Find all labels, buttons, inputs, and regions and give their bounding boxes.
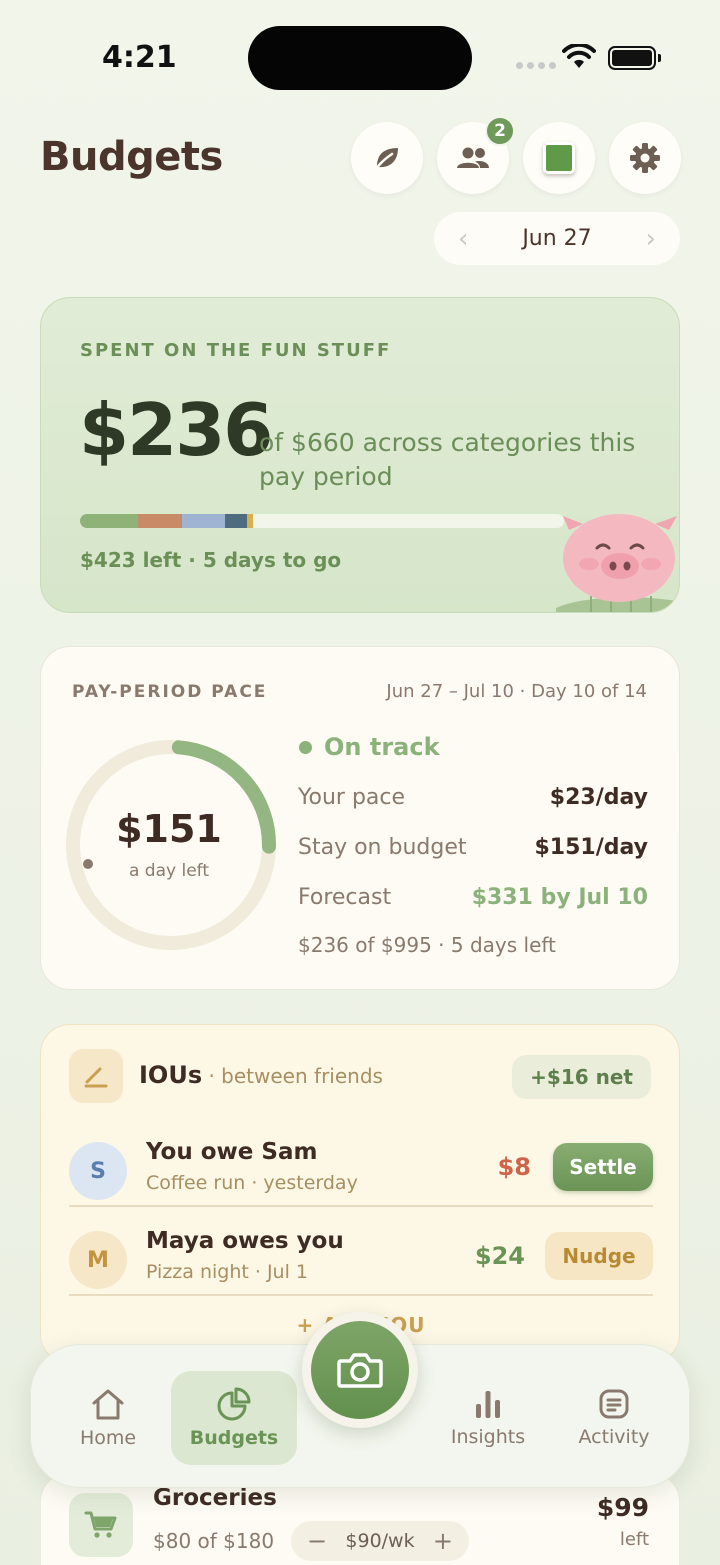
- settle-button[interactable]: Settle: [553, 1143, 653, 1191]
- people-icon: [457, 147, 489, 168]
- spent-segment: [138, 514, 182, 528]
- iou-row[interactable]: S You owe Sam Coffee run · yesterday $8 …: [69, 1129, 653, 1217]
- tab-insights[interactable]: Insights: [425, 1371, 551, 1465]
- leaf-button[interactable]: [351, 122, 423, 194]
- iou-amount: $8: [497, 1153, 531, 1181]
- tab-activity[interactable]: Activity: [551, 1371, 677, 1465]
- pace-row-value: $331 by Jul 10: [471, 885, 648, 910]
- leaf-icon: [374, 148, 398, 171]
- spent-segment: [246, 514, 254, 528]
- avatar: M: [69, 1231, 127, 1289]
- spent-segment: [181, 514, 226, 528]
- iou-name: You owe Sam: [146, 1139, 318, 1165]
- wifi-icon: [562, 44, 596, 68]
- gear-icon: [630, 143, 660, 173]
- weekly-budget-stepper: − $90/wk +: [291, 1521, 469, 1561]
- settings-button[interactable]: [609, 122, 681, 194]
- pace-row-label: Stay on budget: [298, 835, 467, 860]
- pie-chart-icon: [217, 1387, 251, 1421]
- spent-remaining: $423 left · 5 days to go: [80, 548, 342, 572]
- bar-chart-icon: [476, 1391, 500, 1418]
- category-spent: $80 of $180: [153, 1529, 275, 1553]
- pace-card[interactable]: PAY-PERIOD PACE Jun 27 – Jul 10 · Day 10…: [40, 646, 680, 990]
- spent-summary-card[interactable]: SPENT ON THE FUN STUFF $236 of $660 acro…: [40, 297, 680, 613]
- iou-meta: Pizza night · Jul 1: [146, 1261, 308, 1283]
- piggy-mascot-icon: [556, 514, 679, 612]
- battery-icon: [608, 46, 661, 70]
- divider: [69, 1205, 653, 1207]
- pace-status-label: On track: [324, 733, 440, 761]
- iou-meta: Coffee run · yesterday: [146, 1172, 358, 1194]
- pace-eyebrow: PAY-PERIOD PACE: [72, 682, 268, 702]
- spent-segment: [225, 514, 247, 528]
- pace-status: On track: [299, 733, 440, 761]
- stepper-value: $90/wk: [345, 1530, 415, 1552]
- pace-date-range: Jun 27 – Jul 10 · Day 10 of 14: [386, 681, 647, 702]
- spent-description: of $660 across categories this pay perio…: [259, 428, 636, 491]
- chevron-left-icon[interactable]: ‹: [458, 224, 468, 254]
- tab-label: Budgets: [189, 1427, 279, 1449]
- tab-budgets[interactable]: Budgets: [171, 1371, 297, 1465]
- tab-home[interactable]: Home: [45, 1371, 171, 1465]
- current-date[interactable]: Jun 27: [522, 226, 591, 251]
- pace-row: Your pace $23/day: [298, 785, 648, 810]
- iou-title: IOUs · between friends: [139, 1061, 383, 1089]
- pace-row-value: $23/day: [549, 785, 648, 810]
- spent-eyebrow: SPENT ON THE FUN STUFF: [80, 340, 392, 361]
- camera-icon: [337, 1353, 383, 1388]
- tab-label: Home: [79, 1427, 137, 1449]
- chevron-right-icon[interactable]: ›: [646, 224, 656, 254]
- iou-row[interactable]: M Maya owes you Pizza night · Jul 1 $24 …: [69, 1218, 653, 1306]
- swatch-icon: [543, 142, 575, 174]
- theme-swatch-button[interactable]: [523, 122, 595, 194]
- friends-button[interactable]: 2: [437, 116, 515, 194]
- cart-icon: [69, 1493, 133, 1557]
- page-title: Budgets: [40, 134, 223, 180]
- status-dot-icon: [299, 740, 312, 754]
- avatar: S: [69, 1142, 127, 1200]
- spent-segment: [80, 514, 139, 528]
- iou-title-text: IOUs: [139, 1061, 203, 1089]
- pace-row-label: Forecast: [298, 885, 392, 910]
- category-name: Groceries: [153, 1485, 277, 1511]
- iou-net-badge: +$16 net: [512, 1055, 651, 1099]
- receipt-icon: [599, 1389, 629, 1419]
- date-selector: ‹ Jun 27 ›: [434, 212, 680, 265]
- status-time: 4:21: [102, 40, 177, 75]
- spent-amount: $236: [79, 388, 273, 472]
- category-remaining-label: left: [619, 1529, 649, 1550]
- home-icon: [92, 1389, 124, 1420]
- spent-progress-bar: [80, 514, 564, 528]
- pencil-icon: [69, 1049, 123, 1103]
- iou-name: Maya owes you: [146, 1228, 344, 1254]
- camera-button[interactable]: [302, 1312, 418, 1428]
- nudge-button[interactable]: Nudge: [545, 1232, 653, 1280]
- pace-row: Forecast $331 by Jul 10: [298, 885, 648, 910]
- cellular-signal-icon: [516, 62, 556, 69]
- pace-row-label: Your pace: [298, 785, 406, 810]
- iou-subtitle: · between friends: [202, 1064, 383, 1088]
- daily-amount-label: a day left: [128, 861, 210, 881]
- pace-row: Stay on budget $151/day: [298, 835, 648, 860]
- divider: [69, 1294, 653, 1296]
- friends-badge: 2: [485, 116, 515, 146]
- category-remaining: $99: [596, 1493, 649, 1522]
- daily-amount-left: $151: [116, 807, 222, 851]
- decrease-button[interactable]: −: [307, 1527, 327, 1555]
- pace-footer: $236 of $995 · 5 days left: [298, 933, 556, 957]
- pace-row-value: $151/day: [534, 835, 648, 860]
- iou-amount: $24: [474, 1242, 525, 1270]
- tab-label: Insights: [450, 1426, 526, 1448]
- increase-button[interactable]: +: [433, 1527, 453, 1555]
- tab-label: Activity: [578, 1426, 650, 1448]
- status-bar: 4:21: [0, 0, 720, 110]
- dynamic-island: [248, 26, 472, 90]
- camera-button-inner: [311, 1321, 409, 1419]
